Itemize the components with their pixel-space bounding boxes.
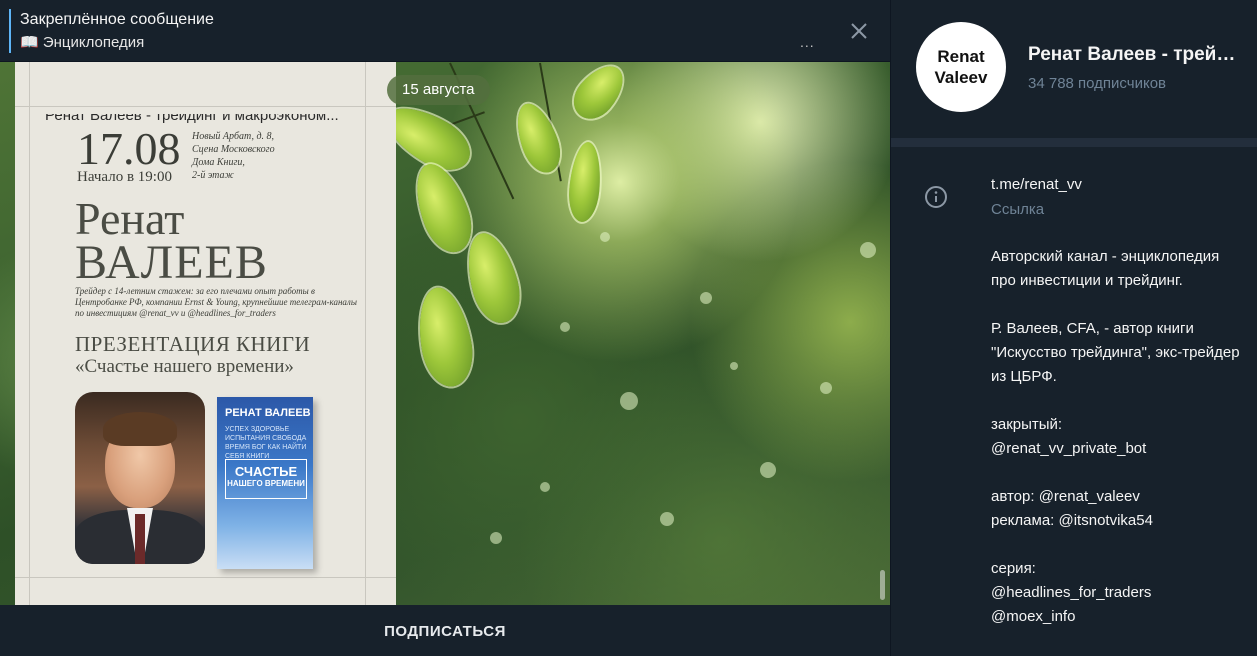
book-cover-words: УСПЕХ ЗДОРОВЬЕ ИСПЫТАНИЯ СВОБОДА ВРЕМЯ Б… [225,426,307,460]
pinned-title: Закреплённое сообщение [20,11,214,28]
event-time: Начало в 19:00 [77,169,172,185]
info-icon [924,185,948,209]
book-cover-title: СЧАСТЬЕ НАШЕГО ВРЕМЕНИ [225,459,307,499]
chat-area: Ренат Валеев - трейдинг и макроэконом...… [0,0,890,656]
book-title: «Счастье нашего времени» [75,356,294,377]
channel-description: Авторский канал - энциклопедия про инвес… [991,248,1240,625]
venue-line: Дома Книги, [192,157,245,168]
pinned-accent-line [9,9,11,53]
post-image[interactable]: Ренат Валеев - трейдинг и макроэконом...… [15,62,396,605]
subscribe-button[interactable]: ПОДПИСАТЬСЯ [0,605,890,656]
subscriber-count: 34 788 подписчиков [1028,75,1167,92]
book-cover: РЕНАТ ВАЛЕЕВ УСПЕХ ЗДОРОВЬЕ ИСПЫТАНИЯ СВ… [217,397,313,569]
venue-line: Новый Арбат, д. 8, [192,131,275,142]
event-date: 17.08 [77,123,181,174]
event-venue: Новый Арбат, д. 8, Сцена Московского Дом… [192,130,302,182]
author-photo [75,392,205,564]
channel-name: Ренат Валеев - трейдинг и макроэкономика [1028,44,1243,65]
book-cover-author: РЕНАТ ВАЛЕЕВ [225,407,311,419]
channel-link-caption: Ссылка [991,201,1045,218]
channel-link[interactable]: t.me/renat_vv [991,176,1082,193]
divider [891,138,1257,147]
presentation-title: ПРЕЗЕНТАЦИЯ КНИГИ [75,332,311,356]
avatar-text-line: Valeev [934,68,988,87]
venue-line: 2-й этаж [192,170,234,181]
author-bio: Трейдер с 14-летним стажем: за его плеча… [75,286,357,318]
author-last-name: ВАЛЕЕВ [75,236,268,289]
close-icon[interactable] [848,20,870,42]
venue-line: Сцена Московского [192,144,275,155]
pinned-preview: 📖 Энциклопедия [20,34,145,51]
avatar[interactable]: Renat Valeev [916,22,1006,112]
book-cover-title-sub: НАШЕГО ВРЕМЕНИ [227,479,305,488]
chat-scrollbar[interactable] [880,570,885,600]
channel-info-panel: Renat Valeev Ренат Валеев - трейдинг и м… [890,0,1257,656]
date-badge: 15 августа [387,75,490,105]
pinned-message-bar[interactable]: Закреплённое сообщение 📖 Энциклопедия ..… [0,0,890,62]
subscribe-bar: ПОДПИСАТЬСЯ [0,605,890,656]
book-cover-title-main: СЧАСТЬЕ [234,464,298,479]
avatar-text-line: Renat [937,47,985,66]
pinned-more: ... [800,34,815,50]
